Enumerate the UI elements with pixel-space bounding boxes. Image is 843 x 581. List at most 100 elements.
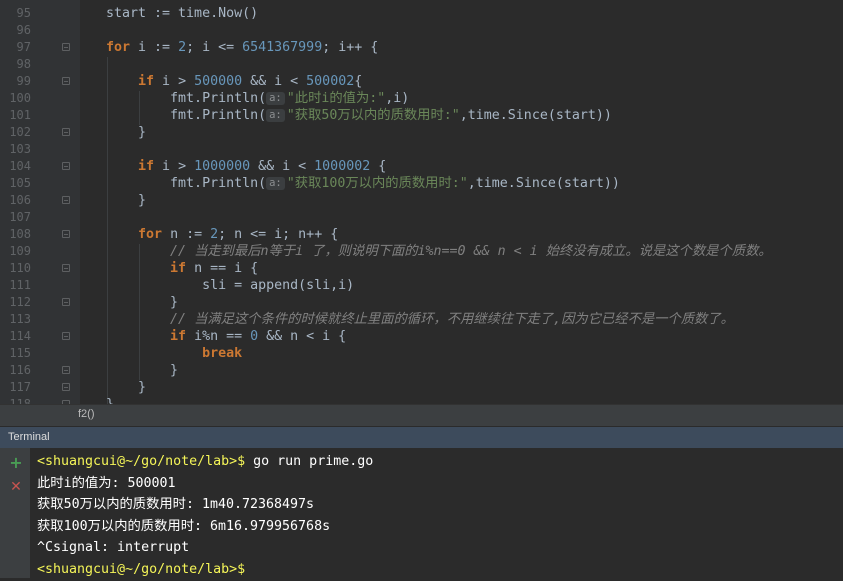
code-token: 1000002 (314, 159, 371, 174)
code-text: for i := 2; i <= 6541367999; i++ { (106, 39, 378, 56)
code-line[interactable]: 115 break (0, 345, 843, 362)
code-token: } (106, 125, 147, 140)
code-token: } (106, 363, 179, 378)
code-text: fmt.Println(a: "此时i的值为:",i) (106, 90, 409, 107)
code-line[interactable]: 116 } (0, 362, 843, 379)
code-line[interactable]: 98 (0, 56, 843, 73)
line-number: 95 (16, 6, 31, 20)
fold-marker-icon[interactable] (62, 162, 70, 170)
fold-marker-icon[interactable] (62, 77, 70, 85)
code-line[interactable]: 105 fmt.Println(a: "获取100万以内的质数用时:",time.… (0, 175, 843, 192)
code-token: ; i++ { (322, 40, 379, 55)
line-number: 109 (9, 244, 31, 258)
code-token: n == i { (186, 261, 259, 276)
code-token: fmt.Println( (106, 176, 267, 191)
code-text: // 当走到最后n等于i 了，则说明下面的i%n==0 && n < i 始终没… (106, 243, 772, 260)
breadcrumb[interactable]: f2() (78, 408, 95, 420)
line-number: 116 (9, 363, 31, 377)
code-line[interactable]: 100 fmt.Println(a: "此时i的值为:",i) (0, 90, 843, 107)
code-line[interactable]: 103 (0, 141, 843, 158)
line-number: 100 (9, 91, 31, 105)
code-token: // 当走到最后n等于i 了，则说明下面的i%n==0 && n < i 始终没… (170, 244, 772, 259)
code-token: "此时i的值为:" (286, 91, 386, 106)
terminal-line: <shuangcui@~/go/note/lab>$ go run prime.… (37, 451, 373, 473)
code-line[interactable]: 104 if i > 1000000 && i < 1000002 { (0, 158, 843, 175)
fold-marker-icon[interactable] (62, 383, 70, 391)
code-text: // 当满足这个条件的时候就终止里面的循环，不用继续往下走了,因为它已经不是一个… (106, 311, 734, 328)
code-line[interactable]: 106 } (0, 192, 843, 209)
code-token: if (138, 159, 155, 174)
code-line[interactable]: 101 fmt.Println(a: "获取50万以内的质数用时:",time.S… (0, 107, 843, 124)
code-line[interactable]: 107 (0, 209, 843, 226)
code-line[interactable]: 110 if n == i { (0, 260, 843, 277)
code-line[interactable]: 102 } (0, 124, 843, 141)
code-line[interactable]: 97 for i := 2; i <= 6541367999; i++ { (0, 39, 843, 56)
code-text: for n := 2; n <= i; n++ { (106, 226, 338, 243)
line-number: 107 (9, 210, 31, 224)
code-text: if i > 500000 && i < 500002{ (106, 73, 362, 90)
line-number: 105 (9, 176, 31, 190)
code-line[interactable]: 99 if i > 500000 && i < 500002{ (0, 73, 843, 90)
terminal-text: 此时i的值为: 500001 (37, 475, 176, 491)
code-line[interactable]: 111 sli = append(sli,i) (0, 277, 843, 294)
code-token: if (170, 261, 187, 276)
code-token: } (106, 397, 114, 404)
code-token: { (370, 159, 387, 174)
fold-marker-icon[interactable] (62, 298, 70, 306)
code-token: 500002 (306, 74, 355, 89)
fold-marker-icon[interactable] (62, 128, 70, 136)
code-text: } (106, 362, 178, 379)
code-line[interactable]: 113 // 当满足这个条件的时候就终止里面的循环，不用继续往下走了,因为它已经… (0, 311, 843, 328)
fold-marker-icon[interactable] (62, 264, 70, 272)
line-number: 118 (9, 397, 31, 404)
code-token: ,time.Since(start)) (459, 108, 612, 123)
code-text: } (106, 396, 114, 404)
code-text: start := time.Now() (106, 5, 258, 22)
code-token: && n < i { (258, 329, 347, 344)
parameter-hint: a: (266, 109, 285, 122)
shell-prompt: <shuangcui@~/go/note/lab>$ (37, 562, 246, 577)
close-session-icon[interactable]: ✕ (8, 479, 24, 495)
fold-marker-icon[interactable] (62, 332, 70, 340)
code-line[interactable]: 109 // 当走到最后n等于i 了，则说明下面的i%n==0 && n < i… (0, 243, 843, 260)
code-line[interactable]: 117 } (0, 379, 843, 396)
code-token: ; i <= (186, 40, 243, 55)
terminal-line: 此时i的值为: 500001 (37, 473, 176, 495)
line-number: 97 (16, 40, 31, 54)
code-line[interactable]: 108 for n := 2; n <= i; n++ { (0, 226, 843, 243)
code-editor[interactable]: 95 start := time.Now() 96 97 for i := 2; i <… (0, 0, 843, 404)
code-line[interactable]: 95 start := time.Now() (0, 5, 843, 22)
parameter-hint: a: (266, 92, 285, 105)
code-text: sli = append(sli,i) (106, 277, 354, 294)
line-number: 102 (9, 125, 31, 139)
code-token: i%n == (186, 329, 251, 344)
terminal-output[interactable]: <shuangcui@~/go/note/lab>$ go run prime.… (0, 448, 843, 578)
code-line[interactable]: 118} (0, 396, 843, 404)
code-line[interactable]: 112 } (0, 294, 843, 311)
code-token: for (106, 40, 131, 55)
terminal-title[interactable]: Terminal (8, 431, 50, 443)
code-line[interactable]: 114 if i%n == 0 && n < i { (0, 328, 843, 345)
code-token: start := time.Now() (106, 6, 259, 21)
code-token: 6541367999 (242, 40, 323, 55)
code-line[interactable]: 96 (0, 22, 843, 39)
new-session-icon[interactable]: + (8, 455, 24, 471)
terminal-line: <shuangcui@~/go/note/lab>$ (37, 559, 245, 581)
line-number: 96 (16, 23, 31, 37)
code-token: i > (154, 74, 195, 89)
fold-marker-icon[interactable] (62, 196, 70, 204)
fold-marker-icon[interactable] (62, 43, 70, 51)
code-token: n := (162, 227, 211, 242)
code-token: { (354, 74, 363, 89)
fold-marker-icon[interactable] (62, 230, 70, 238)
code-token: break (202, 346, 243, 361)
code-token: } (106, 193, 147, 208)
code-text: if i > 1000000 && i < 1000002 { (106, 158, 386, 175)
terminal-text: 获取50万以内的质数用时: 1m40.72368497s (37, 497, 315, 513)
fold-marker-icon[interactable] (62, 366, 70, 374)
line-number: 101 (9, 108, 31, 122)
